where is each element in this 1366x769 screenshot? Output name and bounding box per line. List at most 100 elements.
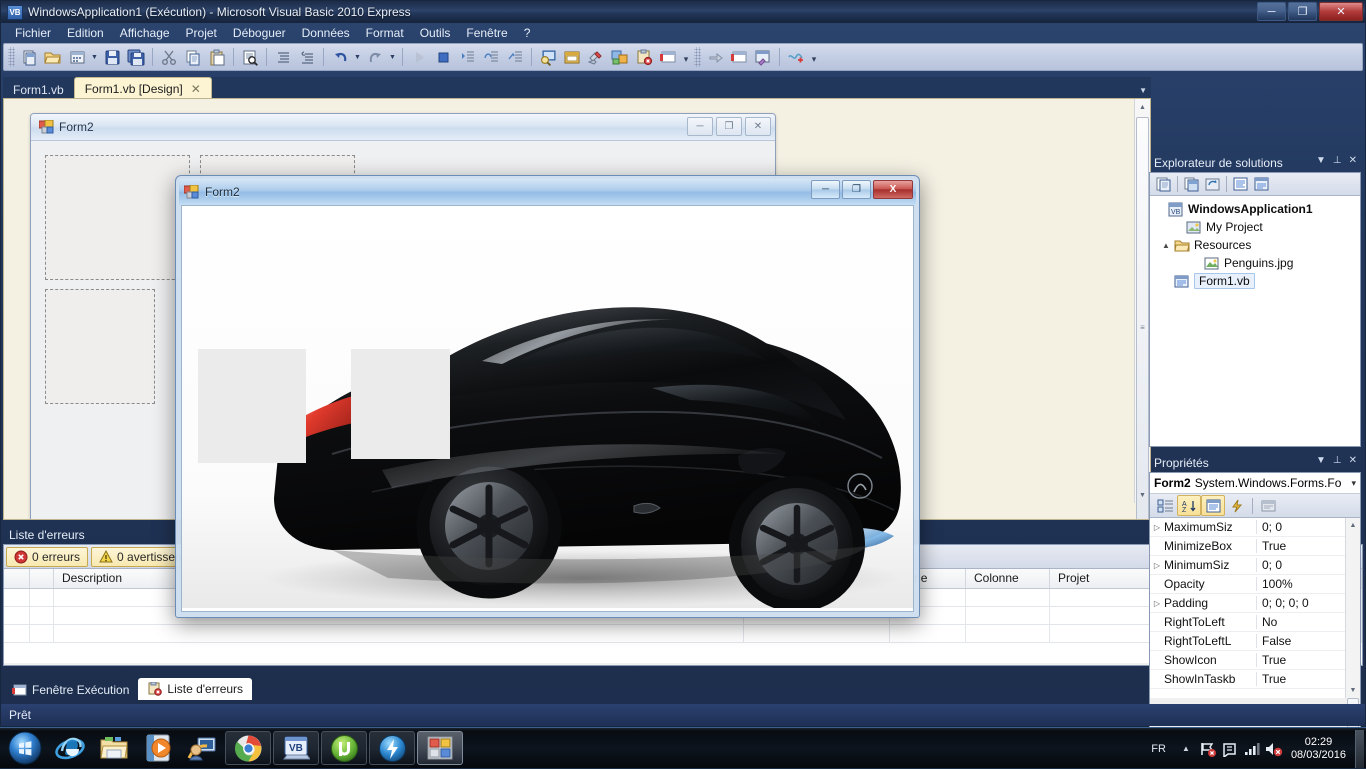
find-in-files-icon[interactable]	[537, 46, 559, 68]
taskbar-clock[interactable]: 02:29 08/03/2016	[1285, 736, 1352, 762]
paste-icon[interactable]	[206, 46, 228, 68]
show-desktop-button[interactable]	[1355, 729, 1364, 768]
refresh-icon[interactable]	[1202, 174, 1223, 194]
expander-icon[interactable]: ▲	[1162, 241, 1174, 250]
form2-designer-minimize-button[interactable]: ─	[687, 117, 713, 136]
minimize-button[interactable]: ─	[1257, 2, 1286, 21]
object-browser-icon[interactable]	[728, 46, 750, 68]
open-file-icon[interactable]	[42, 46, 64, 68]
add-new-item-dropdown-icon[interactable]: ▼	[89, 46, 100, 68]
scroll-up-icon[interactable]: ▲	[1135, 99, 1150, 115]
tab-list-dropdown-icon[interactable]: ▼	[1139, 86, 1147, 95]
menu-projet[interactable]: Projet	[178, 24, 225, 42]
dropdown-icon[interactable]: ▼	[1316, 455, 1326, 466]
property-row-maximumsize[interactable]: ▷ MaximumSiz 0; 0	[1150, 518, 1360, 537]
menu-outils[interactable]: Outils	[412, 24, 459, 42]
navigate-forward-icon[interactable]	[704, 46, 726, 68]
taskbar-vb-application[interactable]	[417, 731, 463, 765]
view-code-icon[interactable]	[1230, 174, 1251, 194]
property-row-padding[interactable]: ▷ Padding 0; 0; 0; 0	[1150, 594, 1360, 613]
scroll-up-icon[interactable]: ▲	[1346, 518, 1360, 533]
action-center-icon[interactable]	[1219, 730, 1241, 768]
start-button[interactable]	[2, 729, 48, 767]
alphabetical-icon[interactable]: AZ	[1177, 495, 1201, 516]
menu-format[interactable]: Format	[358, 24, 412, 42]
new-project-icon[interactable]	[18, 46, 40, 68]
close-icon[interactable]: ✕	[191, 82, 201, 96]
property-row-showintaskbar[interactable]: ShowInTaskb True	[1150, 670, 1360, 689]
close-button[interactable]: ✕	[1319, 2, 1363, 21]
taskbar-windows-explorer[interactable]	[92, 729, 136, 767]
chevron-down-icon[interactable]: ▾	[1351, 478, 1356, 489]
property-row-minimizebox[interactable]: MinimizeBox True	[1150, 537, 1360, 556]
menu-fichier[interactable]: Fichier	[7, 24, 59, 42]
events-icon[interactable]	[1225, 495, 1249, 516]
property-row-opacity[interactable]: Opacity 100%	[1150, 575, 1360, 594]
redo-dropdown-icon[interactable]: ▼	[387, 46, 398, 68]
categorized-icon[interactable]	[1153, 495, 1177, 516]
stop-debug-icon[interactable]	[432, 46, 454, 68]
redo-icon[interactable]	[364, 46, 386, 68]
menu-edition[interactable]: Edition	[59, 24, 112, 42]
picturebox-overlay-left[interactable]	[198, 349, 306, 463]
menu-deboguer[interactable]: Déboguer	[225, 24, 294, 42]
step-over-icon[interactable]	[480, 46, 502, 68]
properties-scrollbar[interactable]: ▲ ≡ ▼	[1345, 518, 1360, 732]
tree-item-windowsapplication1[interactable]: VB WindowsApplication1	[1150, 200, 1360, 218]
toolbar-grip[interactable]	[8, 47, 15, 67]
picturebox-overlay-right[interactable]	[351, 349, 450, 459]
menu-fenetre[interactable]: Fenêtre	[458, 24, 515, 42]
tree-item-penguins-jpg[interactable]: Penguins.jpg	[1150, 254, 1360, 272]
form2-runtime-maximize-button[interactable]: ❐	[842, 180, 871, 199]
step-into-icon[interactable]	[456, 46, 478, 68]
comment-icon[interactable]	[272, 46, 294, 68]
tab-liste-erreurs[interactable]: Liste d'erreurs	[138, 678, 253, 700]
property-row-minimumsize[interactable]: ▷ MinimumSiz 0; 0	[1150, 556, 1360, 575]
cut-icon[interactable]	[158, 46, 180, 68]
maximize-button[interactable]: ❐	[1288, 2, 1317, 21]
taskbar-utorrent[interactable]	[321, 731, 367, 765]
properties-window-icon[interactable]	[561, 46, 583, 68]
expander-icon[interactable]: ▷	[1150, 599, 1164, 608]
properties-object-selector[interactable]: Form2 System.Windows.Forms.Fo ▾	[1150, 473, 1360, 494]
save-all-icon[interactable]	[125, 46, 147, 68]
form2-runtime-window[interactable]: Form2 ─ ❐ X	[175, 175, 920, 618]
error-list-icon[interactable]	[633, 46, 655, 68]
designer-icon[interactable]	[752, 46, 774, 68]
add-watch-icon[interactable]	[785, 46, 807, 68]
pin-icon[interactable]: ⊥	[1333, 455, 1342, 466]
taskbar-google-chrome[interactable]	[225, 731, 271, 765]
close-icon[interactable]: ✕	[1349, 455, 1357, 466]
col-icon[interactable]	[4, 569, 30, 588]
taskbar-network-share[interactable]	[180, 729, 224, 767]
col-number[interactable]	[30, 569, 54, 588]
add-new-item-icon[interactable]	[66, 46, 88, 68]
menu-donnees[interactable]: Données	[294, 24, 358, 42]
property-pages-icon[interactable]	[1256, 495, 1280, 516]
toolbar-overflow-icon[interactable]: ▾	[680, 46, 692, 68]
solution-explorer-icon[interactable]	[609, 46, 631, 68]
volume-muted-icon[interactable]	[1263, 730, 1285, 768]
property-row-righttoleft[interactable]: RightToLeft No	[1150, 613, 1360, 632]
close-icon[interactable]: ✕	[1349, 155, 1357, 166]
step-out-icon[interactable]	[504, 46, 526, 68]
toolbar-overflow-icon-2[interactable]: ▾	[808, 46, 820, 68]
tree-item-resources[interactable]: ▲ Resources	[1150, 236, 1360, 254]
errors-filter-button[interactable]: 0 erreurs	[6, 546, 89, 567]
expander-icon[interactable]: ▷	[1150, 561, 1164, 570]
taskbar-visual-basic[interactable]: VB	[273, 731, 319, 765]
taskbar-internet-explorer[interactable]	[48, 729, 92, 767]
form2-designer-close-button[interactable]: ✕	[745, 117, 771, 136]
language-indicator[interactable]: FR	[1142, 743, 1175, 755]
undo-icon[interactable]	[329, 46, 351, 68]
taskbar-idm[interactable]	[369, 731, 415, 765]
tab-form1-vb[interactable]: Form1.vb	[3, 79, 74, 98]
property-row-righttoleftlayout[interactable]: RightToLeftL False	[1150, 632, 1360, 651]
tree-item-form1-vb[interactable]: Form1.vb	[1150, 272, 1360, 290]
show-all-files-icon[interactable]	[1181, 174, 1202, 194]
tab-form1-vb-design[interactable]: Form1.vb [Design] ✕	[73, 77, 212, 98]
tree-item-my-project[interactable]: My Project	[1150, 218, 1360, 236]
form2-runtime-close-button[interactable]: X	[873, 180, 913, 199]
toolbar-grip-2[interactable]	[694, 47, 701, 67]
menu-aide[interactable]: ?	[516, 24, 539, 42]
